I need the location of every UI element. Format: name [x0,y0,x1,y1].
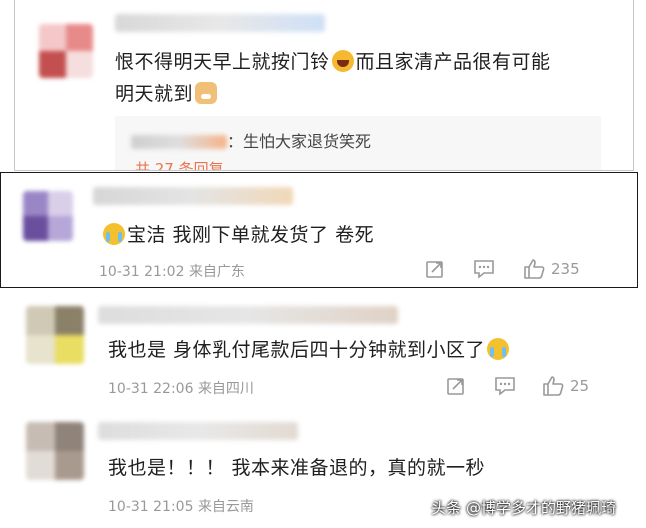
like-button[interactable]: 235 [523,259,580,279]
comment-text-line1: 恨不得明天早上就按门铃 而且家清产品很有可能 [115,50,551,73]
thumbs-up-icon [543,376,564,396]
tearful-smile-emoji-icon [103,223,125,245]
comment-text: 我也是！！！ 我本来准备退的，真的就一秒 [108,457,486,479]
comment-icon [495,377,515,396]
avatar[interactable] [26,422,84,480]
comment-text: 宝洁 我刚下单就发货了 卷死 [101,219,374,251]
comment-meta: 10-31 22:06 来自四川 [108,381,254,397]
watermark: 头条 @博学多才的野猪珮琦 [431,499,616,517]
comment-list: 我也是 身体乳付尾款后四十分钟就到小区了 10-31 22:06 来自四川 25… [14,292,632,528]
share-button[interactable] [425,259,445,279]
reply-preview-line: ：生怕大家退货笑死 [131,128,371,152]
share-button[interactable] [446,376,466,396]
username-blurred[interactable] [115,14,325,32]
username-blurred[interactable] [93,187,293,205]
like-count: 235 [551,260,580,278]
share-icon [426,261,443,278]
avatar[interactable] [39,24,93,78]
comment-meta: 10-31 21:02 来自广东 [99,264,245,280]
crying-emoji-icon [487,338,510,360]
reply-count-link[interactable]: 共 27 条回复 [135,158,224,170]
comment-meta: 10-31 21:05 来自云南 [108,499,254,515]
reply-username-blurred[interactable] [131,135,227,149]
comment-button[interactable] [494,376,516,396]
grinning-emoji-icon [331,50,354,72]
comment-card-2: 宝洁 我刚下单就发货了 卷死 10-31 21:02 来自广东 235 [0,172,638,288]
comment-icon [474,260,494,279]
share-icon [447,378,464,395]
avatar[interactable] [23,191,73,241]
comment-button[interactable] [473,259,495,279]
comment-card-1: 恨不得明天早上就按门铃 而且家清产品很有可能 明天就到 ：生怕大家退货笑死 共 2… [14,0,634,171]
avatar[interactable] [26,306,84,364]
thumbs-up-icon [524,259,545,279]
doge-emoji-icon [195,82,218,104]
reply-preview[interactable]: ：生怕大家退货笑死 共 27 条回复 [115,116,601,170]
like-button[interactable]: 25 [542,376,589,396]
comment-text: 我也是 身体乳付尾款后四十分钟就到小区了 [108,334,511,366]
username-blurred[interactable] [98,422,298,440]
comment-text-line2: 明天就到 [115,78,219,110]
username-blurred[interactable] [98,306,398,324]
like-count: 25 [570,377,590,395]
